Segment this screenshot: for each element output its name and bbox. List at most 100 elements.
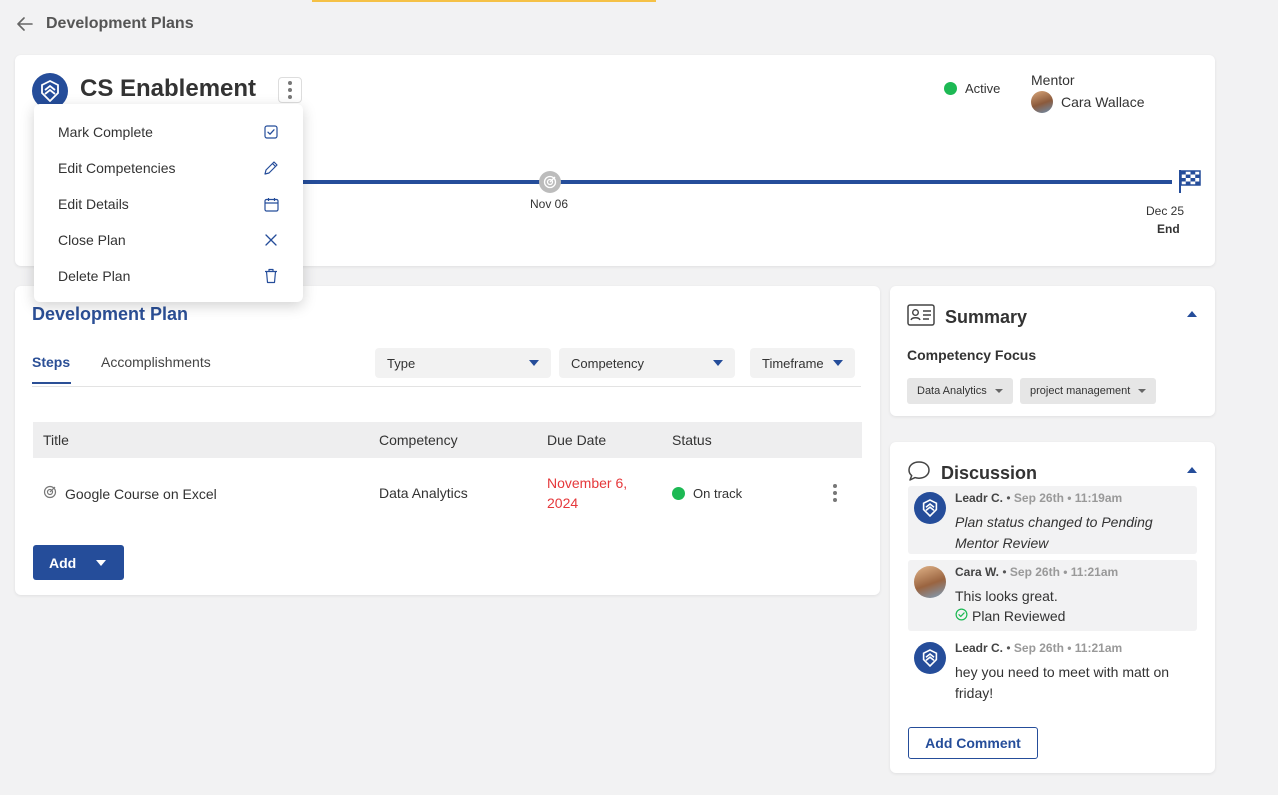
comment: Leadr C. • Sep 26th • 11:21am hey you ne… (908, 636, 1197, 704)
mentor-avatar (1031, 91, 1053, 113)
development-plan-card: Development Plan Steps Accomplishments T… (15, 286, 880, 595)
meta-separator: • (1006, 491, 1011, 505)
timeframe-filter[interactable]: Timeframe (750, 348, 855, 378)
menu-item-delete-plan[interactable]: Delete Plan (34, 258, 303, 294)
comment-author: Leadr C. (955, 641, 1004, 655)
discussion-card: Discussion Leadr C. • Sep 26th • 11:19am… (890, 442, 1215, 773)
collapse-discussion-button[interactable] (1187, 467, 1197, 473)
check-square-icon (263, 124, 279, 140)
tab-steps[interactable]: Steps (32, 354, 70, 370)
column-header-competency: Competency (379, 432, 458, 448)
chevron-down-icon (96, 559, 107, 566)
end-date: Dec 25 (1146, 204, 1185, 218)
type-filter-label: Type (387, 355, 416, 371)
step-status-label: On track (693, 486, 743, 501)
tab-divider (32, 386, 861, 387)
checkered-flag-icon (1178, 168, 1202, 199)
add-step-button[interactable]: Add (33, 545, 124, 580)
development-plan-title: Development Plan (32, 304, 189, 324)
add-comment-button[interactable]: Add Comment (908, 727, 1038, 759)
plan-options-menu: Mark Complete Edit Competencies Edit Det… (34, 104, 303, 302)
summary-title: Summary (945, 307, 1028, 327)
table-row[interactable]: Google Course on Excel Data Analytics No… (33, 464, 862, 522)
kebab-dot (833, 484, 837, 488)
kebab-dot (288, 81, 292, 85)
kebab-dot (288, 88, 292, 92)
menu-item-edit-details[interactable]: Edit Details (34, 186, 303, 222)
tab-accomplishments[interactable]: Accomplishments (101, 354, 211, 370)
milestone-target-icon[interactable] (539, 171, 561, 193)
menu-item-close-plan[interactable]: Close Plan (34, 222, 303, 258)
cara-avatar (914, 566, 946, 598)
competency-tag-label: Data Analytics (917, 385, 987, 397)
chevron-up-icon (1187, 311, 1197, 317)
menu-item-label: Close Plan (58, 232, 126, 248)
plan-options-button[interactable] (278, 77, 302, 103)
mentor[interactable]: Cara Wallace (1031, 91, 1145, 113)
competency-tag[interactable]: Data Analytics (907, 378, 1013, 404)
top-accent-strip (312, 0, 656, 2)
comment-author: Leadr C. (955, 491, 1004, 505)
meta-separator: • (1006, 641, 1011, 655)
comment-time: Sep 26th • 11:21am (1013, 641, 1123, 655)
close-icon (263, 232, 279, 248)
collapse-summary-button[interactable] (1187, 311, 1197, 317)
end-label: End (1157, 222, 1180, 236)
comment-author: Cara W. (955, 565, 1000, 579)
comment-meta: Cara W. • Sep 26th • 11:21am (955, 565, 1118, 579)
comment: Cara W. • Sep 26th • 11:21am This looks … (908, 560, 1197, 631)
status-label: Active (965, 81, 1001, 96)
competency-filter[interactable]: Competency (559, 348, 735, 378)
comment-text: Plan status changed to Pending Mentor Re… (955, 514, 1153, 551)
menu-item-label: Edit Details (58, 196, 129, 212)
menu-item-edit-competencies[interactable]: Edit Competencies (34, 150, 303, 186)
menu-item-label: Edit Competencies (58, 160, 176, 176)
summary-heading: Summary (907, 304, 1027, 331)
leadr-logo-icon (914, 642, 946, 674)
menu-item-label: Delete Plan (58, 268, 131, 284)
plan-reviewed-badge: Plan Reviewed (955, 608, 1065, 624)
row-options-button[interactable] (833, 484, 837, 502)
competency-tag-label: project management (1030, 385, 1131, 397)
plan-reviewed-label: Plan Reviewed (972, 608, 1066, 624)
comment: Leadr C. • Sep 26th • 11:19am Plan statu… (908, 486, 1197, 554)
check-circle-icon (955, 608, 968, 624)
chevron-down-icon (529, 360, 539, 366)
step-status: On track (672, 486, 742, 501)
chevron-up-icon (1187, 467, 1197, 473)
column-header-status: Status (672, 432, 712, 448)
competency-tag[interactable]: project management (1020, 378, 1157, 404)
kebab-dot (833, 498, 837, 502)
plan-status: Active (944, 81, 1000, 96)
discussion-title: Discussion (941, 463, 1038, 483)
column-header-title: Title (43, 432, 69, 448)
type-filter[interactable]: Type (375, 348, 551, 378)
mentor-name: Cara Wallace (1061, 94, 1145, 110)
kebab-dot (833, 491, 837, 495)
step-title-cell: Google Course on Excel (43, 485, 217, 502)
comment-meta: Leadr C. • Sep 26th • 11:19am (955, 491, 1122, 505)
target-icon (43, 485, 57, 502)
topbar: Development Plans (16, 12, 194, 36)
pencil-icon (263, 160, 279, 176)
comment-time: Sep 26th • 11:21am (1009, 565, 1119, 579)
leadr-logo-icon (914, 492, 946, 524)
add-label: Add (49, 554, 77, 571)
column-header-due-date: Due Date (547, 432, 607, 448)
status-dot-icon (672, 487, 685, 500)
comment-meta: Leadr C. • Sep 26th • 11:21am (955, 641, 1122, 655)
milestone-date: Nov 06 (530, 197, 569, 211)
menu-item-mark-complete[interactable]: Mark Complete (34, 114, 303, 150)
menu-item-label: Mark Complete (58, 124, 153, 140)
step-competency: Data Analytics (379, 485, 468, 501)
step-due-date: November 6, 2024 (547, 475, 628, 511)
status-dot-icon (944, 82, 957, 95)
comment-text: hey you need to meet with matt on friday… (955, 664, 1170, 701)
comment-time: Sep 26th • 11:19am (1013, 491, 1123, 505)
chevron-down-icon (833, 360, 843, 366)
step-title: Google Course on Excel (65, 485, 217, 502)
discussion-heading: Discussion (907, 460, 1037, 487)
chevron-down-icon (713, 360, 723, 366)
page-title: Development Plans (46, 15, 194, 32)
back-arrow-icon[interactable] (16, 15, 34, 33)
